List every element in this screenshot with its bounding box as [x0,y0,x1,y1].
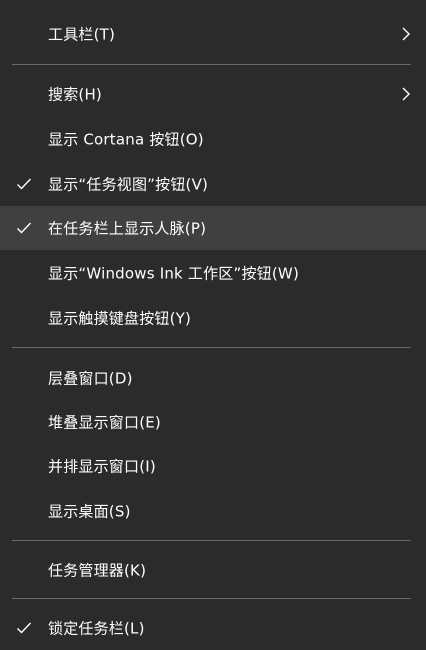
chevron-right-icon [402,87,410,101]
menu-item-show-desktop[interactable]: 显示桌面(S) [0,489,426,533]
checkmark-icon [17,178,32,190]
menu-item-stack-windows[interactable]: 堆叠显示窗口(E) [0,400,426,444]
menu-item-label: 显示桌面(S) [48,502,131,521]
menu-separator [12,347,411,348]
menu-item-label: 显示触摸键盘按钮(Y) [48,309,192,328]
menu-item-label: 搜索(H) [48,85,102,104]
menu-item-label: 在任务栏上显示人脉(P) [48,219,207,238]
menu-item-lock-taskbar[interactable]: 锁定任务栏(L) [0,606,426,650]
menu-item-show-cortana[interactable]: 显示 Cortana 按钮(O) [0,117,426,161]
menu-item-show-windows-ink[interactable]: 显示“Windows Ink 工作区”按钮(W) [0,251,426,295]
menu-item-cascade-windows[interactable]: 层叠窗口(D) [0,356,426,400]
menu-item-label: 显示“任务视图”按钮(V) [48,175,209,194]
menu-item-show-task-view[interactable]: 显示“任务视图”按钮(V) [0,162,426,206]
menu-separator [12,598,411,599]
menu-separator [12,64,411,65]
menu-item-label: 任务管理器(K) [48,561,147,580]
menu-item-show-people[interactable]: 在任务栏上显示人脉(P) [0,206,426,250]
menu-item-label: 并排显示窗口(I) [48,457,156,476]
menu-item-toolbars[interactable]: 工具栏(T) [0,12,426,56]
taskbar-context-menu: 工具栏(T) 搜索(H) 显示 Cortana 按钮(O) 显示“任务视图”按钮… [0,0,426,650]
menu-item-side-by-side-windows[interactable]: 并排显示窗口(I) [0,444,426,488]
chevron-right-icon [402,27,410,41]
menu-item-label: 堆叠显示窗口(E) [48,413,161,432]
menu-item-search[interactable]: 搜索(H) [0,72,426,116]
menu-item-label: 层叠窗口(D) [48,369,133,388]
menu-item-label: 显示“Windows Ink 工作区”按钮(W) [48,264,299,283]
menu-item-label: 锁定任务栏(L) [48,619,145,638]
checkmark-icon [17,222,32,234]
menu-item-show-touch-keyboard[interactable]: 显示触摸键盘按钮(Y) [0,296,426,340]
menu-item-task-manager[interactable]: 任务管理器(K) [0,548,426,592]
menu-separator [12,540,411,541]
menu-item-label: 工具栏(T) [48,25,116,44]
checkmark-icon [17,622,32,634]
menu-item-label: 显示 Cortana 按钮(O) [48,130,204,149]
